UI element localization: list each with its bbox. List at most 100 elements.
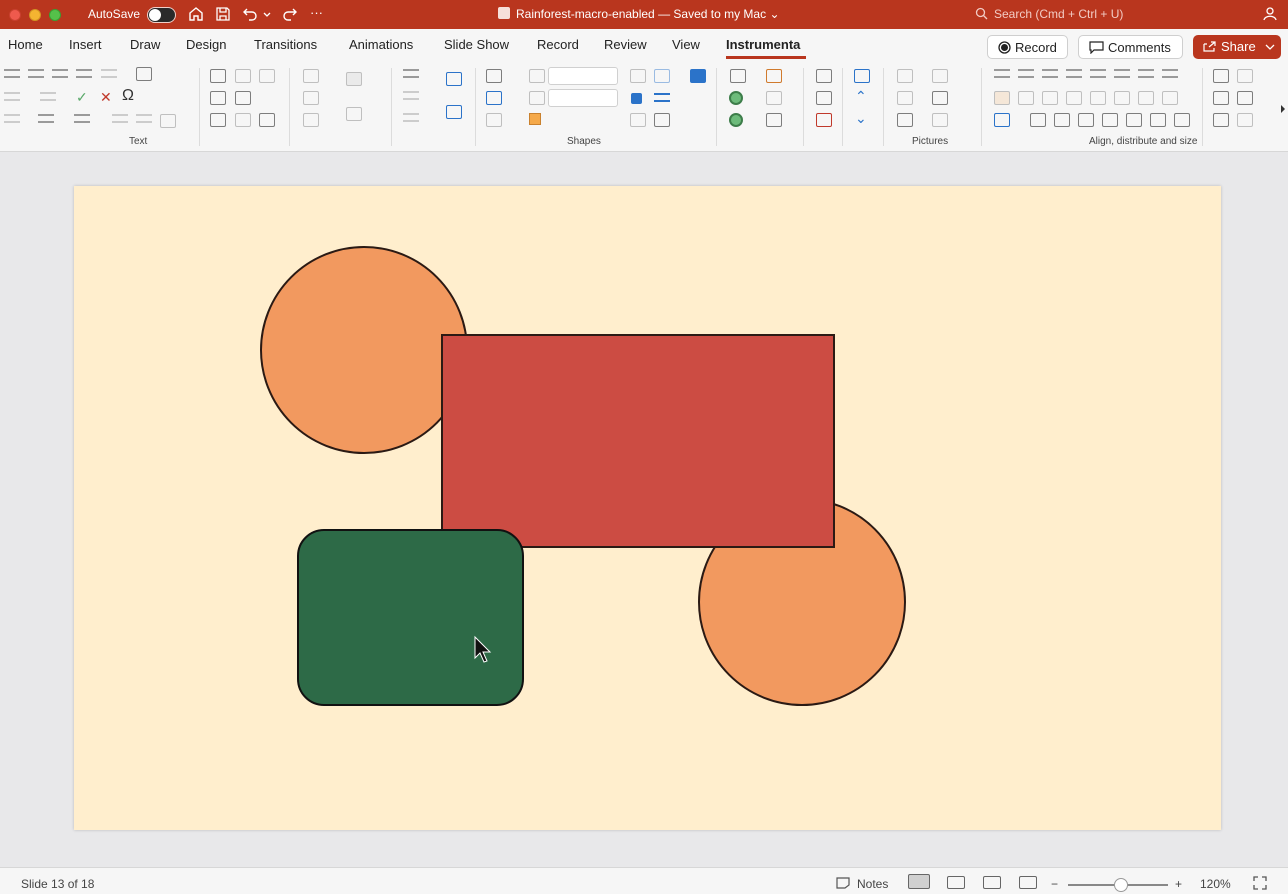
gradient-icon[interactable]	[303, 91, 319, 105]
shape-width-field[interactable]	[548, 67, 618, 85]
green-rounded-rectangle[interactable]	[297, 529, 524, 706]
paste-text-icon[interactable]	[259, 113, 275, 127]
zoom-in-button[interactable]: +	[1175, 877, 1182, 891]
match-height-icon[interactable]	[1042, 91, 1058, 105]
comments-button[interactable]: Comments	[1078, 35, 1183, 59]
copy-format-icon[interactable]	[235, 91, 251, 105]
blue-square-icon[interactable]	[631, 93, 642, 104]
green-status-icon[interactable]	[729, 113, 743, 127]
notes-button[interactable]: Notes	[857, 877, 888, 891]
picture-edit-icon[interactable]	[932, 69, 948, 83]
duplicate-icon[interactable]	[766, 69, 782, 83]
stretch-center-icon[interactable]	[1078, 113, 1094, 127]
zoom-out-button[interactable]: −	[1051, 877, 1058, 891]
ribbon-scroll-right-icon[interactable]	[1278, 102, 1288, 116]
autosave-toggle[interactable]	[147, 7, 176, 23]
arrange-icon[interactable]	[529, 113, 541, 125]
columns-icon[interactable]	[101, 69, 117, 78]
slide[interactable]	[74, 186, 1221, 830]
resize-icon[interactable]	[654, 69, 670, 83]
font-size-icon[interactable]	[259, 69, 275, 83]
fit-to-window-icon[interactable]	[1253, 876, 1267, 890]
tab-slide-show[interactable]: Slide Show	[444, 37, 509, 52]
replace-picture-icon[interactable]	[897, 113, 913, 127]
stretch-bottom-icon[interactable]	[1102, 113, 1118, 127]
line-weight-icon[interactable]	[403, 113, 419, 122]
redo-icon[interactable]	[281, 5, 299, 23]
move-right-icon[interactable]	[446, 72, 462, 86]
stretch-top-icon[interactable]	[1054, 113, 1070, 127]
picture-fill-icon[interactable]	[346, 107, 362, 121]
tab-view[interactable]: View	[672, 37, 700, 52]
rotate-icon[interactable]	[1138, 91, 1154, 105]
minimize-window-button[interactable]	[29, 9, 41, 21]
compress-picture-icon[interactable]	[897, 91, 913, 105]
slide-icon[interactable]	[816, 69, 832, 83]
tab-design[interactable]: Design	[186, 37, 226, 52]
normal-view-button[interactable]	[908, 874, 930, 889]
distribute-vertical-icon[interactable]	[1162, 69, 1178, 78]
picture-frame-icon[interactable]	[932, 91, 948, 105]
flip-horizontal-icon[interactable]	[1090, 91, 1106, 105]
shape-height-field[interactable]	[548, 89, 618, 107]
clear-formatting-icon[interactable]	[235, 69, 251, 83]
red-rectangle[interactable]	[441, 334, 835, 548]
anchor-points-icon[interactable]	[654, 113, 670, 127]
change-shape-icon[interactable]	[486, 69, 502, 83]
shape-union-icon[interactable]	[486, 113, 502, 127]
picture-effects-icon[interactable]	[932, 113, 948, 127]
slide-delete-icon[interactable]	[816, 113, 832, 127]
close-window-button[interactable]	[9, 9, 21, 21]
align-center-icon[interactable]	[28, 69, 44, 78]
bullets-icon[interactable]	[4, 92, 20, 101]
tab-home[interactable]: Home	[8, 37, 43, 52]
group-objects-icon[interactable]	[994, 113, 1010, 127]
zoom-window-button[interactable]	[49, 9, 61, 21]
stretch-right-icon[interactable]	[1174, 113, 1190, 127]
size-icon[interactable]	[1213, 69, 1229, 83]
split-text-icon[interactable]	[210, 91, 226, 105]
tab-record[interactable]: Record	[537, 37, 579, 52]
more-commands-icon[interactable]: ···	[310, 5, 328, 23]
margin-icon[interactable]	[1213, 91, 1229, 105]
save-icon[interactable]	[214, 5, 232, 23]
green-status-icon[interactable]	[729, 91, 743, 105]
match-width-icon[interactable]	[1018, 91, 1034, 105]
crop-icon[interactable]	[897, 69, 913, 83]
decrease-indent-icon[interactable]	[112, 114, 128, 123]
undo-icon[interactable]	[241, 5, 259, 23]
spell-check-icon[interactable]	[210, 69, 226, 83]
align-right-edges-icon[interactable]	[1042, 69, 1058, 78]
undo-dropdown-chevron-icon[interactable]	[262, 5, 272, 23]
record-button[interactable]: Record	[987, 35, 1068, 59]
text-box-margins-icon[interactable]	[160, 114, 176, 128]
account-icon[interactable]	[1262, 5, 1280, 23]
share-button[interactable]: Share	[1193, 35, 1281, 59]
tab-review[interactable]: Review	[604, 37, 647, 52]
chevron-up-icon[interactable]: ⌃	[855, 88, 871, 104]
swap-position-icon[interactable]	[1066, 91, 1082, 105]
height-icon[interactable]	[529, 91, 545, 105]
connect-icon[interactable]	[630, 113, 646, 127]
stretch-left-icon[interactable]	[1030, 113, 1046, 127]
align-middle-icon[interactable]	[1090, 69, 1106, 78]
tab-animations[interactable]: Animations	[349, 37, 413, 52]
shape-effects-icon[interactable]	[303, 113, 319, 127]
match-size-icon[interactable]	[994, 91, 1010, 105]
home-icon[interactable]	[187, 5, 205, 23]
move-down-icon[interactable]	[446, 105, 462, 119]
align-top-icon[interactable]	[1114, 69, 1130, 78]
numbering-icon[interactable]	[40, 92, 56, 101]
check-icon[interactable]: ✓	[76, 89, 92, 105]
tag-icon[interactable]	[766, 91, 782, 105]
align-bottom-icon[interactable]	[1066, 69, 1082, 78]
symbol-omega-icon[interactable]: Ω	[122, 87, 138, 104]
align-left-icon[interactable]	[4, 69, 20, 78]
format-painter-icon[interactable]	[630, 69, 646, 83]
copy-shape-icon[interactable]	[766, 113, 782, 127]
increase-indent-icon[interactable]	[136, 114, 152, 123]
align-right-icon[interactable]	[52, 69, 68, 78]
grid-options-icon[interactable]	[1237, 113, 1253, 127]
width-icon[interactable]	[529, 69, 545, 83]
distribute-horizontal-icon[interactable]	[1138, 69, 1154, 78]
